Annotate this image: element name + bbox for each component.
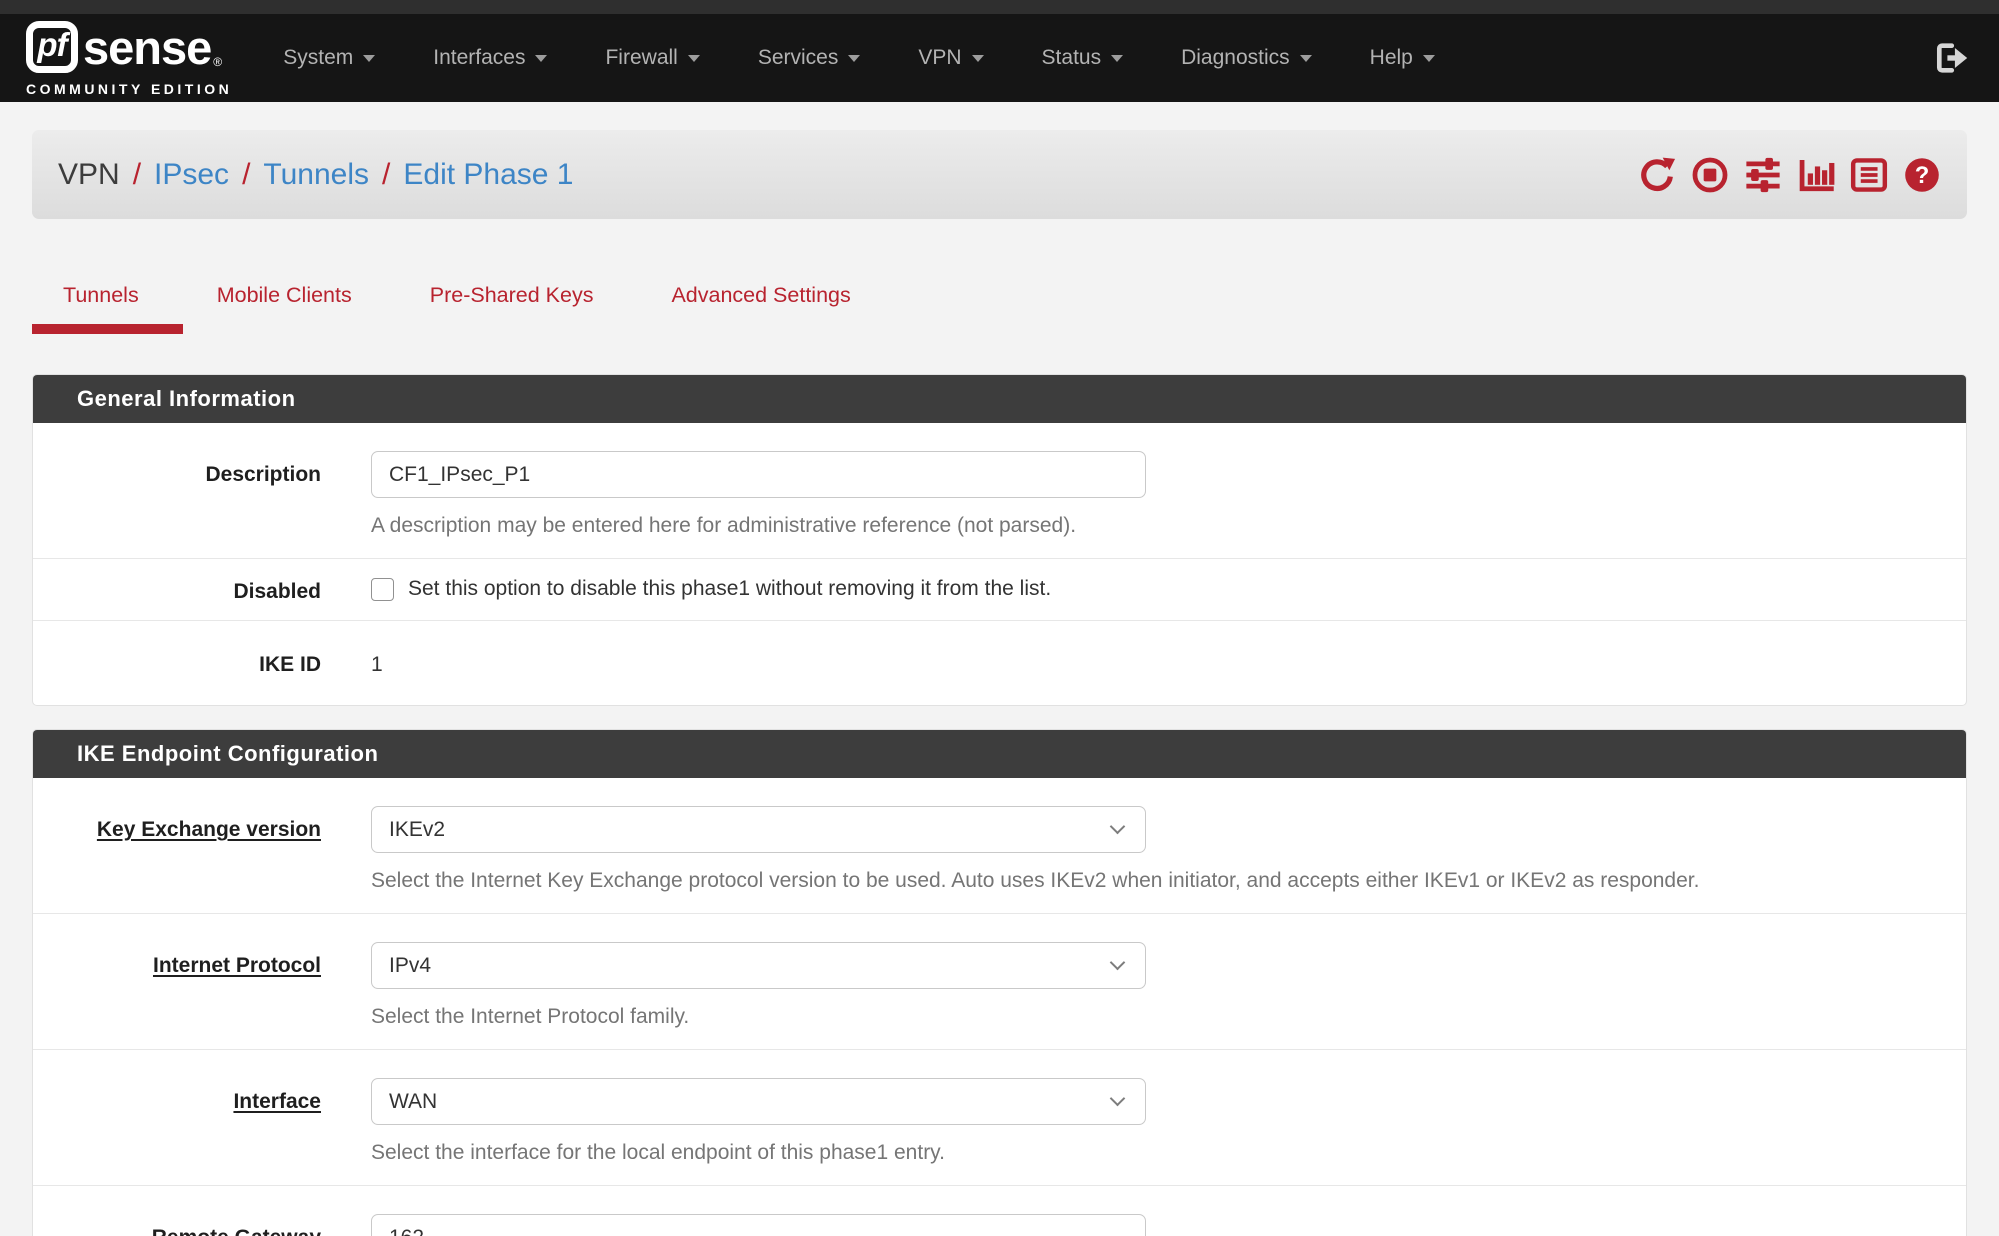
caret-down-icon [535, 55, 547, 62]
ike-id-label: IKE ID [33, 641, 321, 677]
main-navbar: pf sense ® COMMUNITY EDITION System Inte… [0, 14, 1999, 102]
ike-id-value: 1 [371, 641, 1926, 677]
bar-chart-icon[interactable] [1797, 156, 1835, 194]
nav-item-firewall[interactable]: Firewall [605, 46, 699, 70]
tab-mobile-clients[interactable]: Mobile Clients [187, 283, 382, 334]
key-exchange-row: Key Exchange version IKEv2 Select the In… [33, 778, 1966, 913]
key-exchange-select[interactable]: IKEv2 [371, 806, 1146, 853]
nav-item-help[interactable]: Help [1370, 46, 1435, 70]
caret-down-icon [688, 55, 700, 62]
description-input[interactable] [371, 451, 1146, 498]
caret-down-icon [1423, 55, 1435, 62]
page-content: VPN / IPsec / Tunnels / Edit Phase 1 [0, 130, 1999, 1236]
sliders-icon[interactable] [1744, 156, 1782, 194]
breadcrumb-bar: VPN / IPsec / Tunnels / Edit Phase 1 [32, 130, 1967, 219]
chevron-down-icon [1110, 819, 1126, 835]
brand-name: sense [83, 20, 211, 75]
general-information-title: General Information [33, 375, 1966, 423]
chevron-down-icon [1110, 1091, 1126, 1107]
svg-text:?: ? [1915, 162, 1930, 189]
internet-protocol-select[interactable]: IPv4 [371, 942, 1146, 989]
breadcrumb-vpn: VPN [58, 158, 120, 192]
tab-tunnels[interactable]: Tunnels [32, 283, 183, 334]
disabled-row: Disabled Set this option to disable this… [33, 558, 1966, 620]
caret-down-icon [972, 55, 984, 62]
tab-advanced-settings[interactable]: Advanced Settings [641, 283, 880, 334]
nav-item-diagnostics[interactable]: Diagnostics [1181, 46, 1312, 70]
general-information-panel: General Information Description A descri… [32, 374, 1967, 706]
caret-down-icon [848, 55, 860, 62]
disabled-label: Disabled [33, 577, 321, 604]
help-icon[interactable]: ? [1903, 156, 1941, 194]
stop-circle-icon[interactable] [1691, 156, 1729, 194]
remote-gateway-input[interactable] [371, 1214, 1146, 1236]
caret-down-icon [363, 55, 375, 62]
interface-label: Interface [33, 1078, 321, 1165]
nav-item-status[interactable]: Status [1042, 46, 1124, 70]
interface-row: Interface WAN Select the interface for t… [33, 1049, 1966, 1185]
nav-item-interfaces[interactable]: Interfaces [433, 46, 547, 70]
remote-gateway-row: Remote Gateway Enter the public IP addre… [33, 1185, 1966, 1236]
tab-bar: Tunnels Mobile Clients Pre-Shared Keys A… [32, 283, 1967, 334]
caret-down-icon [1111, 55, 1123, 62]
refresh-icon[interactable] [1638, 156, 1676, 194]
breadcrumb-edit-phase1-link[interactable]: Edit Phase 1 [403, 158, 573, 192]
chevron-down-icon [1110, 955, 1126, 971]
pfsense-logo[interactable]: pf sense ® COMMUNITY EDITION [26, 20, 232, 97]
breadcrumb-tunnels-link[interactable]: Tunnels [263, 158, 369, 192]
disabled-checkbox-text: Set this option to disable this phase1 w… [408, 577, 1051, 601]
registered-mark: ® [213, 55, 222, 69]
breadcrumb-ipsec-link[interactable]: IPsec [154, 158, 229, 192]
signout-icon[interactable] [1933, 40, 1969, 76]
key-exchange-label: Key Exchange version [33, 806, 321, 893]
breadcrumb: VPN / IPsec / Tunnels / Edit Phase 1 [58, 158, 574, 192]
top-strip [0, 0, 1999, 14]
ike-endpoint-panel: IKE Endpoint Configuration Key Exchange … [32, 729, 1967, 1236]
interface-select[interactable]: WAN [371, 1078, 1146, 1125]
brand-edition: COMMUNITY EDITION [26, 81, 232, 97]
internet-protocol-row: Internet Protocol IPv4 Select the Intern… [33, 913, 1966, 1049]
internet-protocol-help: Select the Internet Protocol family. [371, 1005, 1926, 1029]
interface-help: Select the interface for the local endpo… [371, 1141, 1926, 1165]
ike-endpoint-title: IKE Endpoint Configuration [33, 730, 1966, 778]
nav-item-services[interactable]: Services [758, 46, 861, 70]
list-icon[interactable] [1850, 156, 1888, 194]
description-help: A description may be entered here for ad… [371, 514, 1926, 538]
tab-pre-shared-keys[interactable]: Pre-Shared Keys [400, 283, 624, 334]
key-exchange-help: Select the Internet Key Exchange protoco… [371, 869, 1926, 893]
ike-id-row: IKE ID 1 [33, 620, 1966, 705]
internet-protocol-label: Internet Protocol [33, 942, 321, 1029]
nav-item-system[interactable]: System [283, 46, 375, 70]
disabled-checkbox[interactable] [371, 578, 394, 601]
description-row: Description A description may be entered… [33, 423, 1966, 558]
nav-menu: System Interfaces Firewall Services VPN … [254, 46, 1464, 70]
remote-gateway-label: Remote Gateway [33, 1214, 321, 1236]
description-label: Description [33, 451, 321, 538]
nav-item-vpn[interactable]: VPN [918, 46, 983, 70]
caret-down-icon [1300, 55, 1312, 62]
page-toolbar: ? [1638, 156, 1941, 194]
pf-logo-box: pf [26, 21, 78, 73]
